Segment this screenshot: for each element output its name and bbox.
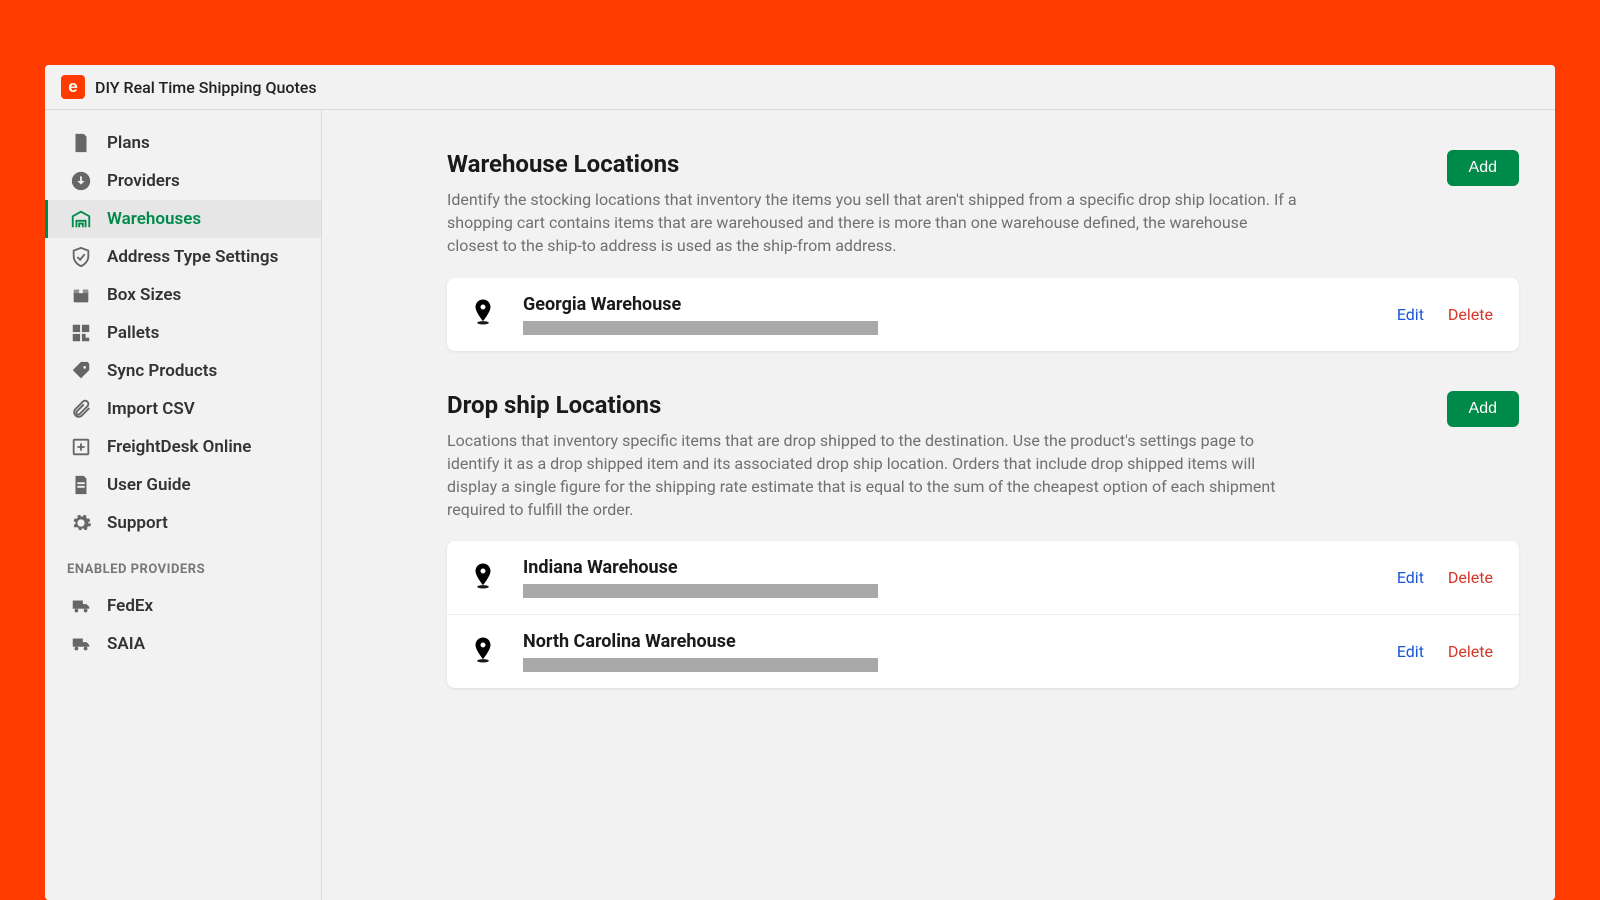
sidebar-item-label: User Guide [107,475,191,495]
sidebar-provider-saia[interactable]: SAIA [45,625,321,663]
warehouse-row: Georgia Warehouse Edit Delete [447,278,1519,351]
sidebar-item-pallets[interactable]: Pallets [45,314,321,352]
edit-warehouse-link[interactable]: Edit [1397,305,1424,324]
paperclip-icon [70,398,92,420]
sidebar-item-label: Sync Products [107,361,217,381]
shield-check-icon [70,246,92,268]
app-logo-icon: e [61,75,85,99]
sidebar-item-label: SAIA [107,634,145,654]
location-pin-icon [473,563,501,593]
truck-icon [70,595,92,617]
document-icon [70,132,92,154]
sidebar-item-label: Import CSV [107,399,195,419]
sidebar-item-providers[interactable]: Providers [45,162,321,200]
dropship-row: North Carolina Warehouse Edit Delete [447,615,1519,688]
warehouse-name: Georgia Warehouse [523,294,1397,315]
dropship-list: Indiana Warehouse Edit Delete [447,541,1519,688]
edit-dropship-link[interactable]: Edit [1397,642,1424,661]
sidebar-item-label: Warehouses [107,209,201,229]
box-icon [70,284,92,306]
pallet-icon [70,322,92,344]
app-header: e DIY Real Time Shipping Quotes [45,65,1555,110]
dropship-section-title: Drop ship Locations [447,391,1297,419]
sidebar-item-label: Providers [107,171,180,191]
tag-icon [70,360,92,382]
warehouse-address-placeholder [523,321,878,335]
sidebar-item-freightdesk-online[interactable]: FreightDesk Online [45,428,321,466]
dropship-locations-section: Drop ship Locations Locations that inven… [447,391,1519,689]
add-box-icon [70,436,92,458]
sidebar-item-user-guide[interactable]: User Guide [45,466,321,504]
location-pin-icon [473,637,501,667]
warehouse-locations-section: Warehouse Locations Identify the stockin… [447,150,1519,351]
enabled-providers-label: ENABLED PROVIDERS [45,542,321,587]
sidebar-item-label: Box Sizes [107,285,181,305]
warehouse-section-title: Warehouse Locations [447,150,1297,178]
location-pin-icon [473,299,501,329]
dropship-address-placeholder [523,584,878,598]
dropship-name: Indiana Warehouse [523,557,1397,578]
sidebar-item-label: FedEx [107,596,153,616]
add-dropship-button[interactable]: Add [1447,391,1519,427]
gear-icon [70,512,92,534]
sidebar-item-warehouses[interactable]: Warehouses [45,200,321,238]
sidebar-item-label: Pallets [107,323,159,343]
warehouse-icon [70,208,92,230]
add-warehouse-button[interactable]: Add [1447,150,1519,186]
sidebar-provider-fedex[interactable]: FedEx [45,587,321,625]
file-icon [70,474,92,496]
warehouse-section-desc: Identify the stocking locations that inv… [447,188,1297,258]
dropship-row: Indiana Warehouse Edit Delete [447,541,1519,615]
dropship-address-placeholder [523,658,878,672]
sidebar-item-label: Address Type Settings [107,247,278,267]
sidebar: Plans Providers Warehouses Address Type … [45,110,322,900]
sidebar-item-address-type-settings[interactable]: Address Type Settings [45,238,321,276]
sidebar-item-sync-products[interactable]: Sync Products [45,352,321,390]
sidebar-item-label: FreightDesk Online [107,437,251,457]
dropship-section-desc: Locations that inventory specific items … [447,429,1297,522]
sidebar-item-import-csv[interactable]: Import CSV [45,390,321,428]
delete-warehouse-link[interactable]: Delete [1448,305,1493,324]
sidebar-item-support[interactable]: Support [45,504,321,542]
warehouse-list: Georgia Warehouse Edit Delete [447,278,1519,351]
sidebar-item-label: Plans [107,133,150,153]
download-circle-icon [70,170,92,192]
app-title: DIY Real Time Shipping Quotes [95,78,317,97]
delete-dropship-link[interactable]: Delete [1448,568,1493,587]
main-content: Warehouse Locations Identify the stockin… [322,110,1555,900]
dropship-name: North Carolina Warehouse [523,631,1397,652]
truck-icon [70,633,92,655]
sidebar-item-label: Support [107,513,168,533]
sidebar-item-box-sizes[interactable]: Box Sizes [45,276,321,314]
edit-dropship-link[interactable]: Edit [1397,568,1424,587]
sidebar-item-plans[interactable]: Plans [45,124,321,162]
delete-dropship-link[interactable]: Delete [1448,642,1493,661]
